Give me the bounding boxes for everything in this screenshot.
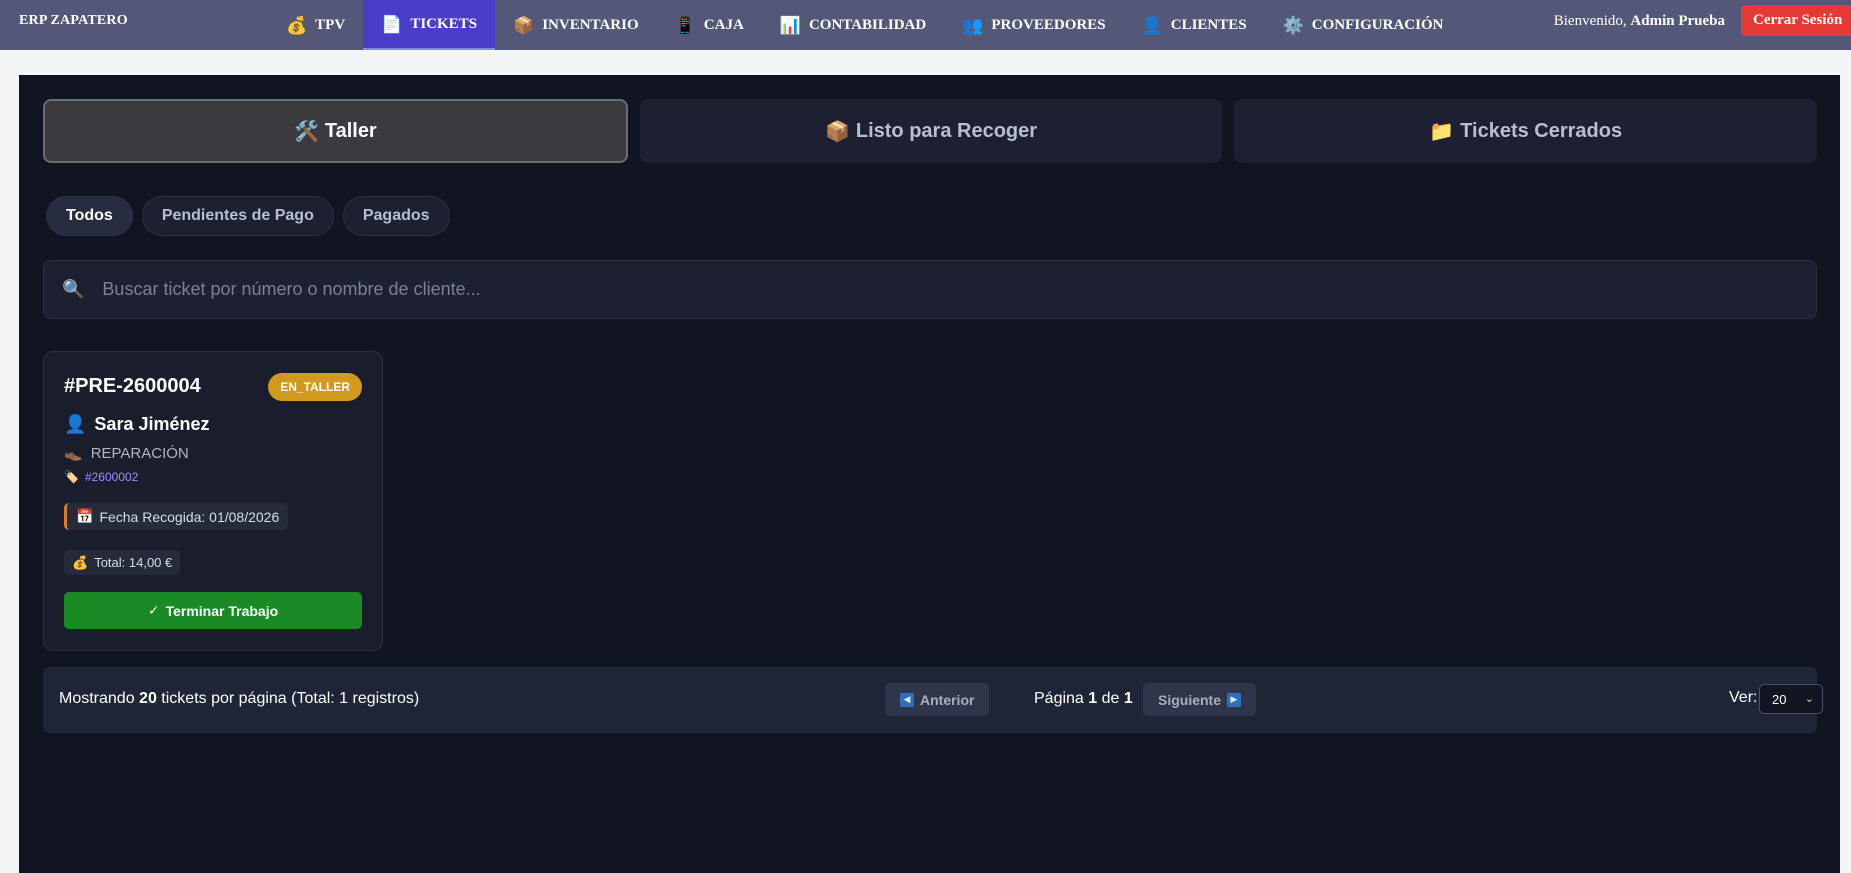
per-page-select[interactable]: 20 ⌄ (1759, 684, 1823, 714)
money-bag-icon: 💰 (286, 15, 308, 35)
pagination-info: Mostrando 20 tickets por página (Total: … (59, 690, 419, 708)
nav-label: PROVEEDORES (991, 16, 1106, 33)
document-icon: 📄 (381, 14, 403, 34)
shoe-icon: 👞 (64, 445, 83, 462)
nav-item-caja[interactable]: 📱 CAJA (657, 0, 762, 50)
service-type: REPARACIÓN (90, 444, 189, 462)
nav-label: TICKETS (410, 15, 478, 32)
tab-label: Listo para Recoger (855, 119, 1038, 142)
client-name: Sara Jiménez (94, 414, 210, 434)
nav-label: CONTABILIDAD (808, 16, 927, 33)
arrow-left-icon: ◀ (900, 692, 914, 707)
gear-icon: ⚙️ (1282, 15, 1304, 35)
folder-icon: 📁 (1429, 120, 1455, 143)
per-page-count: 20 (139, 690, 157, 707)
money-bag-icon: 💰 (72, 554, 89, 570)
total-pages: 1 (1123, 690, 1133, 707)
info-middle: tickets por página (Total: 1 registros) (156, 690, 420, 707)
ticket-client: 👤 Sara Jiménez (64, 414, 210, 435)
app-brand: ERP ZAPATERO (19, 13, 128, 28)
filter-pendientes-de-pago[interactable]: Pendientes de Pago (141, 196, 334, 236)
tab-label: Tickets Cerrados (1460, 119, 1623, 142)
status-badge: EN_TALLER (268, 373, 362, 401)
nav-item-tpv[interactable]: 💰 TPV (268, 0, 363, 50)
ticket-card[interactable]: #PRE-2600004 EN_TALLER 👤 Sara Jiménez 👞 RE… (43, 351, 383, 651)
status-tabs: 🛠️ Taller 📦 Listo para Recoger 📁 Tickets Ce… (43, 99, 1818, 163)
search-bar: 🔍 (43, 260, 1817, 319)
user-icon: 👤 (1141, 15, 1163, 35)
welcome-prefix: Bienvenido, (1553, 13, 1627, 29)
tickets-panel: 🛠️ Taller 📦 Listo para Recoger 📁 Tickets Ce… (19, 75, 1840, 873)
tab-tickets-cerrados[interactable]: 📁 Tickets Cerrados (1234, 99, 1818, 163)
nav-item-tickets[interactable]: 📄 TICKETS (363, 0, 496, 50)
nav-item-proveedores[interactable]: 👥 PROVEEDORES (944, 0, 1123, 50)
nav-label: CAJA (703, 16, 744, 33)
phone-icon: 📱 (674, 15, 696, 35)
tab-listo-para-recoger[interactable]: 📦 Listo para Recoger (639, 99, 1223, 163)
calendar-icon: 📅 (76, 508, 94, 524)
nav-label: TPV (315, 16, 346, 33)
pagination-bar: Mostrando 20 tickets por página (Total: … (43, 667, 1823, 733)
box-icon: 📦 (513, 15, 535, 35)
nav-label: CONFIGURACIÓN (1311, 16, 1444, 33)
page-prefix: Página (1034, 690, 1089, 707)
nav-item-configuracion[interactable]: ⚙️ CONFIGURACIÓN (1265, 0, 1462, 50)
finish-work-label: Terminar Trabajo (165, 602, 279, 619)
prev-page-button[interactable]: ◀ Anterior (885, 683, 990, 716)
bar-chart-icon: 📊 (779, 15, 801, 35)
user-name: Admin Prueba (1630, 13, 1725, 29)
tag-icon: 🏷️ (64, 470, 79, 484)
ticket-ref[interactable]: 🏷️ #2600002 (64, 470, 138, 484)
filter-todos[interactable]: Todos (46, 196, 133, 236)
logout-button[interactable]: Cerrar Sesión (1741, 5, 1851, 36)
user-icon: 👤 (64, 414, 87, 434)
search-icon: 🔍 (62, 279, 85, 299)
next-label: Siguiente (1158, 691, 1222, 708)
tools-icon: 🛠️ (293, 120, 319, 143)
page-middle: de (1097, 690, 1124, 707)
ticket-number: #PRE-2600004 (64, 375, 201, 397)
welcome-text: Bienvenido, Admin Prueba (1554, 13, 1725, 30)
nav-label: CLIENTES (1170, 16, 1247, 33)
ticket-service: 👞 REPARACIÓN (64, 444, 189, 463)
check-icon: ✓ (147, 602, 160, 618)
total-text: Total: 14,00 € (94, 555, 173, 570)
info-prefix: Mostrando (59, 690, 140, 707)
filter-pagados[interactable]: Pagados (342, 196, 450, 236)
users-icon: 👥 (962, 15, 984, 35)
chevron-down-icon: ⌄ (1804, 693, 1814, 705)
per-page-value: 20 (1772, 691, 1787, 707)
nav-label: INVENTARIO (542, 16, 639, 33)
finish-work-button[interactable]: ✓ Terminar Trabajo (64, 592, 362, 629)
pickup-date-text: Fecha Recogida: 01/08/2026 (99, 508, 280, 525)
pickup-date: 📅 Fecha Recogida: 01/08/2026 (64, 503, 289, 530)
ticket-total: 💰 Total: 14,00 € (64, 550, 181, 575)
package-icon: 📦 (824, 120, 850, 143)
nav-item-contabilidad[interactable]: 📊 CONTABILIDAD (762, 0, 944, 50)
page-indicator: Página 1 de 1 (1034, 690, 1133, 708)
search-input[interactable] (102, 279, 1816, 300)
top-navbar: ERP ZAPATERO 💰 TPV 📄 TICKETS 📦 INVENTARIO 📱… (0, 0, 1851, 50)
prev-label: Anterior (920, 691, 975, 708)
per-page-label: Ver: (1729, 689, 1758, 706)
current-page: 1 (1088, 690, 1098, 707)
tab-label: Taller (324, 119, 377, 142)
payment-filters: Todos Pendientes de Pago Pagados (46, 196, 450, 236)
nav-item-inventario[interactable]: 📦 INVENTARIO (495, 0, 657, 50)
arrow-right-icon: ▶ (1227, 692, 1242, 707)
nav-item-clientes[interactable]: 👤 CLIENTES (1124, 0, 1265, 50)
ref-number: #2600002 (84, 470, 139, 484)
main-nav: 💰 TPV 📄 TICKETS 📦 INVENTARIO 📱 CAJA 📊 CONTABI… (268, 0, 1461, 50)
tab-taller[interactable]: 🛠️ Taller (43, 99, 628, 163)
next-page-button[interactable]: Siguiente ▶ (1143, 683, 1257, 716)
